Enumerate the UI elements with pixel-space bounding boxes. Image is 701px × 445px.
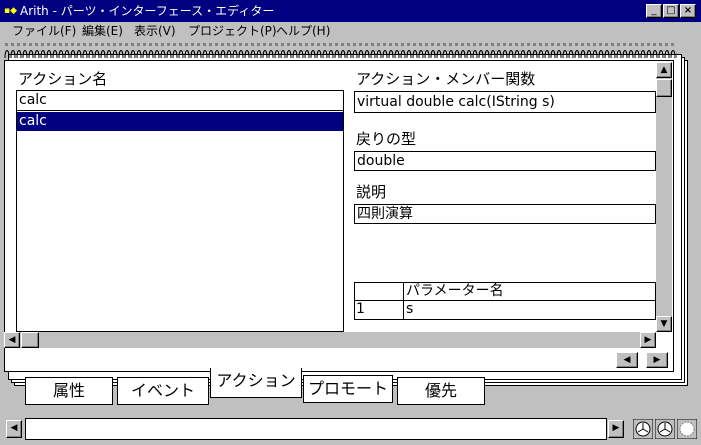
dial-icon[interactable] — [677, 419, 697, 439]
tab-actions[interactable]: アクション — [210, 368, 302, 398]
menu-edit[interactable]: 編集(E) — [82, 23, 123, 39]
scroll-left-arrow-icon[interactable]: ◀ — [4, 332, 20, 348]
tab-events[interactable]: イベント — [117, 377, 209, 405]
vertical-scrollbar[interactable] — [656, 62, 672, 332]
tab-priority[interactable]: 優先 — [397, 377, 485, 405]
return-type-field[interactable]: double — [354, 151, 656, 171]
param-name-header: パラメーター名 — [406, 283, 504, 299]
member-function-field[interactable]: virtual double calc(IString s) — [354, 91, 656, 113]
spiral-binding — [4, 40, 677, 62]
clock-icon[interactable] — [655, 419, 675, 439]
minimize-button[interactable]: _ — [646, 4, 662, 18]
description-field[interactable]: 四則演算 — [354, 204, 656, 224]
horizontal-scrollbar[interactable] — [4, 332, 656, 348]
scroll-down-arrow-icon[interactable]: ▼ — [656, 316, 672, 332]
menu-view[interactable]: 表示(V) — [134, 23, 176, 39]
table-divider — [403, 282, 404, 320]
tab-attributes[interactable]: 属性 — [25, 377, 113, 405]
param-name-cell[interactable]: s — [406, 300, 413, 318]
action-name-input[interactable]: calc — [17, 91, 343, 111]
scroll-up-arrow-icon[interactable]: ▲ — [656, 62, 672, 78]
menu-project[interactable]: プロジェクト(P) — [188, 23, 277, 39]
return-type-label: 戻りの型 — [356, 130, 417, 148]
scroll-right-arrow-icon[interactable]: ▶ — [640, 332, 656, 348]
next-page-icon[interactable]: ▶ — [646, 352, 668, 368]
status-scroll-left-icon[interactable]: ◀ — [6, 420, 22, 438]
member-function-label: アクション・メンバー関数 — [356, 70, 536, 88]
param-index-cell: 1 — [356, 301, 365, 317]
horizontal-scroll-thumb[interactable] — [21, 332, 39, 348]
description-label: 説明 — [356, 183, 387, 201]
window-title: Arith - パーツ・インターフェース・エディター — [20, 4, 275, 18]
previous-page-icon[interactable]: ◀ — [616, 352, 638, 368]
title-bar[interactable]: ▪︎◆ Arith - パーツ・インターフェース・エディター _ □ × — [0, 0, 701, 22]
tab-promote[interactable]: プロモート — [303, 375, 393, 403]
maximize-button[interactable]: □ — [663, 4, 679, 18]
clock-icon[interactable] — [633, 419, 653, 439]
menu-help[interactable]: ヘルプ(H) — [276, 23, 330, 39]
vertical-scroll-thumb[interactable] — [656, 79, 672, 97]
menu-file[interactable]: ファイル(F) — [12, 23, 76, 39]
status-scroll-right-icon[interactable]: ▶ — [608, 420, 624, 438]
app-icon[interactable]: ▪︎◆ — [4, 5, 18, 17]
status-field[interactable] — [25, 418, 607, 440]
action-name-label: アクション名 — [18, 70, 108, 88]
table-divider — [354, 300, 656, 301]
parameter-table — [354, 282, 656, 320]
action-list-item[interactable]: calc — [17, 112, 343, 131]
close-button[interactable]: × — [680, 4, 696, 18]
